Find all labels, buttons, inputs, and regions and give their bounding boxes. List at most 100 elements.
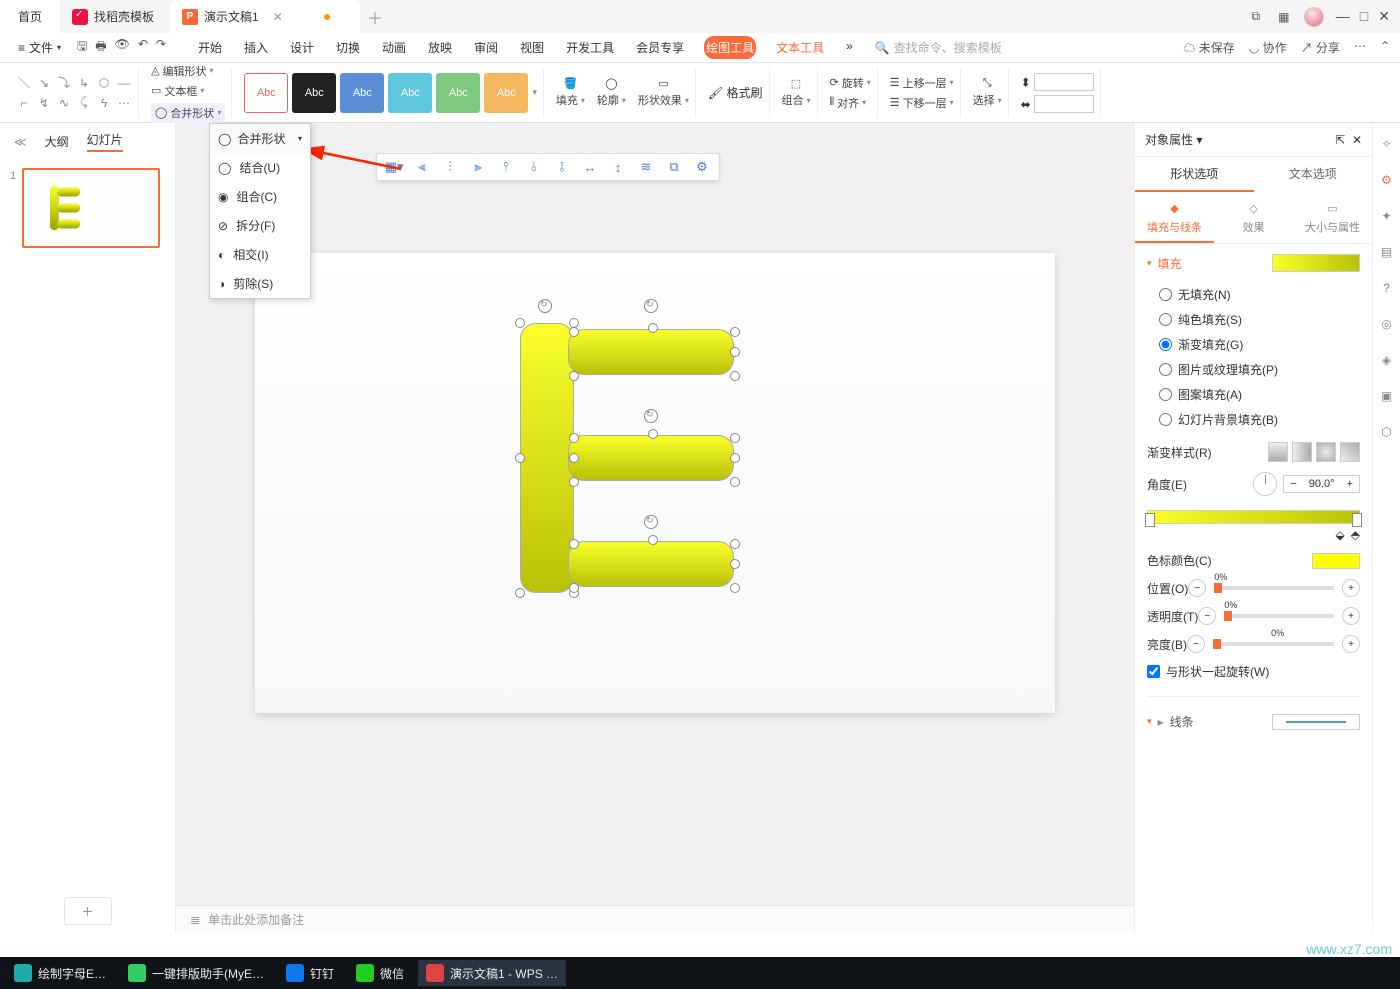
outline-button[interactable]: ◯轮廓 bbox=[597, 77, 626, 108]
grad-style-picker[interactable] bbox=[1268, 442, 1360, 462]
shape-letter-e[interactable] bbox=[520, 323, 740, 593]
gradient-slider[interactable]: ⬙⬘ bbox=[1147, 506, 1360, 542]
tab-templates[interactable]: 找稻壳模板 bbox=[60, 0, 170, 33]
user-avatar[interactable] bbox=[1304, 7, 1324, 27]
rail-more1[interactable]: ◎ bbox=[1378, 315, 1396, 333]
text-box-button[interactable]: ▭ 文本框 bbox=[151, 83, 225, 99]
position-slider[interactable]: 0% bbox=[1214, 586, 1334, 590]
redo-icon[interactable]: ↷ bbox=[156, 37, 166, 58]
coop-button[interactable]: ◡ 协作 bbox=[1249, 39, 1287, 56]
slide-canvas[interactable] bbox=[255, 253, 1055, 713]
rail-more2[interactable]: ◈ bbox=[1378, 351, 1396, 369]
ft-group[interactable]: ▦▾ bbox=[385, 158, 403, 176]
slide-thumbnail-row[interactable]: 1 bbox=[0, 160, 175, 256]
tab-slideshow[interactable]: 放映 bbox=[426, 36, 454, 59]
remove-stop-icon[interactable]: ⬘ bbox=[1351, 528, 1360, 542]
print-icon[interactable]: 🖶 bbox=[95, 37, 106, 58]
preview-icon[interactable]: 👁 bbox=[115, 37, 130, 58]
angle-spinner[interactable]: −90.0°+ bbox=[1283, 475, 1360, 493]
notes-placeholder[interactable]: 单击此处添加备注 bbox=[208, 911, 304, 928]
select-button[interactable]: ⤡选择 bbox=[973, 77, 1002, 108]
rail-ai[interactable]: ✧ bbox=[1378, 135, 1396, 153]
line-preview[interactable] bbox=[1272, 714, 1360, 730]
ft-align-right[interactable]: ⫸ bbox=[469, 158, 487, 176]
radio-pattern[interactable]: 图案填充(A) bbox=[1159, 386, 1360, 403]
dd-combine[interactable]: ◉ 组合(C) bbox=[210, 182, 310, 211]
unsaved-button[interactable]: ☁ 未保存 bbox=[1183, 39, 1234, 56]
ft-more[interactable]: ⚙ bbox=[693, 158, 711, 176]
rail-star[interactable]: ✦ bbox=[1378, 207, 1396, 225]
edit-shape-button[interactable]: ◬ 编辑形状 bbox=[151, 63, 225, 79]
slides-tab[interactable]: 幻灯片 bbox=[87, 131, 123, 152]
share-button[interactable]: ↗ 分享 bbox=[1301, 39, 1340, 56]
brightness-slider[interactable]: 0% bbox=[1213, 642, 1334, 646]
align-button[interactable]: ⫴ 对齐 bbox=[830, 95, 871, 111]
ft-copy[interactable]: ⧉ bbox=[665, 158, 683, 176]
apps-icon[interactable]: ▦ bbox=[1276, 9, 1292, 25]
stop-color-chip[interactable] bbox=[1312, 553, 1360, 569]
sub-effects[interactable]: ◇效果 bbox=[1214, 192, 1293, 243]
transparency-slider[interactable]: 0% bbox=[1224, 614, 1334, 618]
ft-align-center[interactable]: ⫶ bbox=[441, 158, 459, 176]
dd-intersect[interactable]: ◐ 相交(I) bbox=[210, 240, 310, 269]
sub-size[interactable]: ▭大小与属性 bbox=[1293, 192, 1372, 243]
tab-animation[interactable]: 动画 bbox=[380, 36, 408, 59]
minimize-button[interactable]: — bbox=[1336, 8, 1350, 25]
ft-equal[interactable]: ≋ bbox=[637, 158, 655, 176]
ft-align-bottom[interactable]: ⫱ bbox=[553, 158, 571, 176]
taskbar-item[interactable]: 一键排版助手(MyE… bbox=[120, 960, 272, 986]
taskbar-item[interactable]: 演示文稿1 - WPS … bbox=[418, 960, 566, 986]
save-icon[interactable]: 🖫 bbox=[77, 37, 87, 58]
dd-fragment[interactable]: ⊘ 拆分(F) bbox=[210, 211, 310, 240]
ft-align-left[interactable]: ⫷ bbox=[413, 158, 431, 176]
collapse-ribbon[interactable]: ⌃ bbox=[1380, 39, 1390, 56]
rotate-button[interactable]: ⟳ 旋转 bbox=[830, 75, 871, 91]
new-slide-button[interactable]: ＋ bbox=[64, 897, 112, 925]
radio-slidebg[interactable]: 幻灯片背景填充(B) bbox=[1159, 411, 1360, 428]
rail-tune[interactable]: ⚙ bbox=[1378, 171, 1396, 189]
format-painter[interactable]: 🖌 格式刷 bbox=[708, 84, 763, 101]
width-input[interactable]: ⬌ bbox=[1021, 95, 1094, 113]
dd-union[interactable]: ◯ 结合(U) bbox=[210, 153, 310, 182]
merge-shape-button[interactable]: ◯ 合并形状 bbox=[151, 103, 225, 123]
fill-section[interactable]: 填充 bbox=[1147, 255, 1182, 272]
outline-tab[interactable]: 大纲 bbox=[45, 133, 69, 150]
tab-insert[interactable]: 插入 bbox=[242, 36, 270, 59]
shape-gallery[interactable]: ＼↘⤵↳⬡— ⌐↯∿⤹ϟ⋯ bbox=[16, 75, 132, 111]
rail-layers[interactable]: ▤ bbox=[1378, 243, 1396, 261]
move-down-button[interactable]: ☰ 下移一层 bbox=[890, 95, 954, 111]
maximize-button[interactable]: □ bbox=[1360, 8, 1368, 25]
search-box[interactable]: 🔍 查找命令、搜索模板 bbox=[875, 39, 1002, 56]
tab-text-tools[interactable]: 文本工具 bbox=[774, 36, 826, 59]
move-up-button[interactable]: ☰ 上移一层 bbox=[890, 75, 954, 91]
new-tab-button[interactable]: ＋ bbox=[360, 0, 390, 33]
radio-solid[interactable]: 纯色填充(S) bbox=[1159, 311, 1360, 328]
more-tabs[interactable]: » bbox=[844, 36, 855, 59]
tab-shape-options[interactable]: 形状选项 bbox=[1135, 157, 1254, 192]
collapse-panel[interactable]: ≪ bbox=[14, 135, 27, 149]
rail-play[interactable]: ▣ bbox=[1378, 387, 1396, 405]
tab-text-options[interactable]: 文本选项 bbox=[1254, 157, 1373, 192]
taskbar-item[interactable]: 绘制字母E… bbox=[6, 960, 114, 986]
radio-none[interactable]: 无填充(N) bbox=[1159, 286, 1360, 303]
rail-cube[interactable]: ⬡ bbox=[1378, 423, 1396, 441]
tab-dev[interactable]: 开发工具 bbox=[564, 36, 616, 59]
radio-picture[interactable]: 图片或纹理填充(P) bbox=[1159, 361, 1360, 378]
combine-button[interactable]: ⬚组合 bbox=[782, 77, 811, 108]
rotate-with-shape[interactable]: 与形状一起旋转(W) bbox=[1147, 663, 1360, 680]
rail-help[interactable]: ? bbox=[1378, 279, 1396, 297]
add-stop-icon[interactable]: ⬙ bbox=[1336, 528, 1345, 542]
radio-gradient[interactable]: 渐变填充(G) bbox=[1159, 336, 1360, 353]
close-panel-icon[interactable]: ✕ bbox=[1352, 133, 1362, 147]
tab-document[interactable]: P演示文稿1✕ bbox=[170, 0, 360, 33]
ft-align-top[interactable]: ⫯ bbox=[497, 158, 515, 176]
notes-bar[interactable]: ≣ 单击此处添加备注 bbox=[176, 905, 1134, 933]
taskbar-item[interactable]: 钉钉 bbox=[278, 960, 342, 986]
slide-thumbnail[interactable] bbox=[22, 168, 160, 248]
fill-button[interactable]: 🪣填充 bbox=[556, 77, 585, 108]
tab-start[interactable]: 开始 bbox=[196, 36, 224, 59]
close-icon[interactable]: ✕ bbox=[273, 10, 283, 24]
ft-dist-h[interactable]: ↔ bbox=[581, 158, 599, 176]
tab-transition[interactable]: 切换 bbox=[334, 36, 362, 59]
height-input[interactable]: ⬍ bbox=[1021, 73, 1094, 91]
